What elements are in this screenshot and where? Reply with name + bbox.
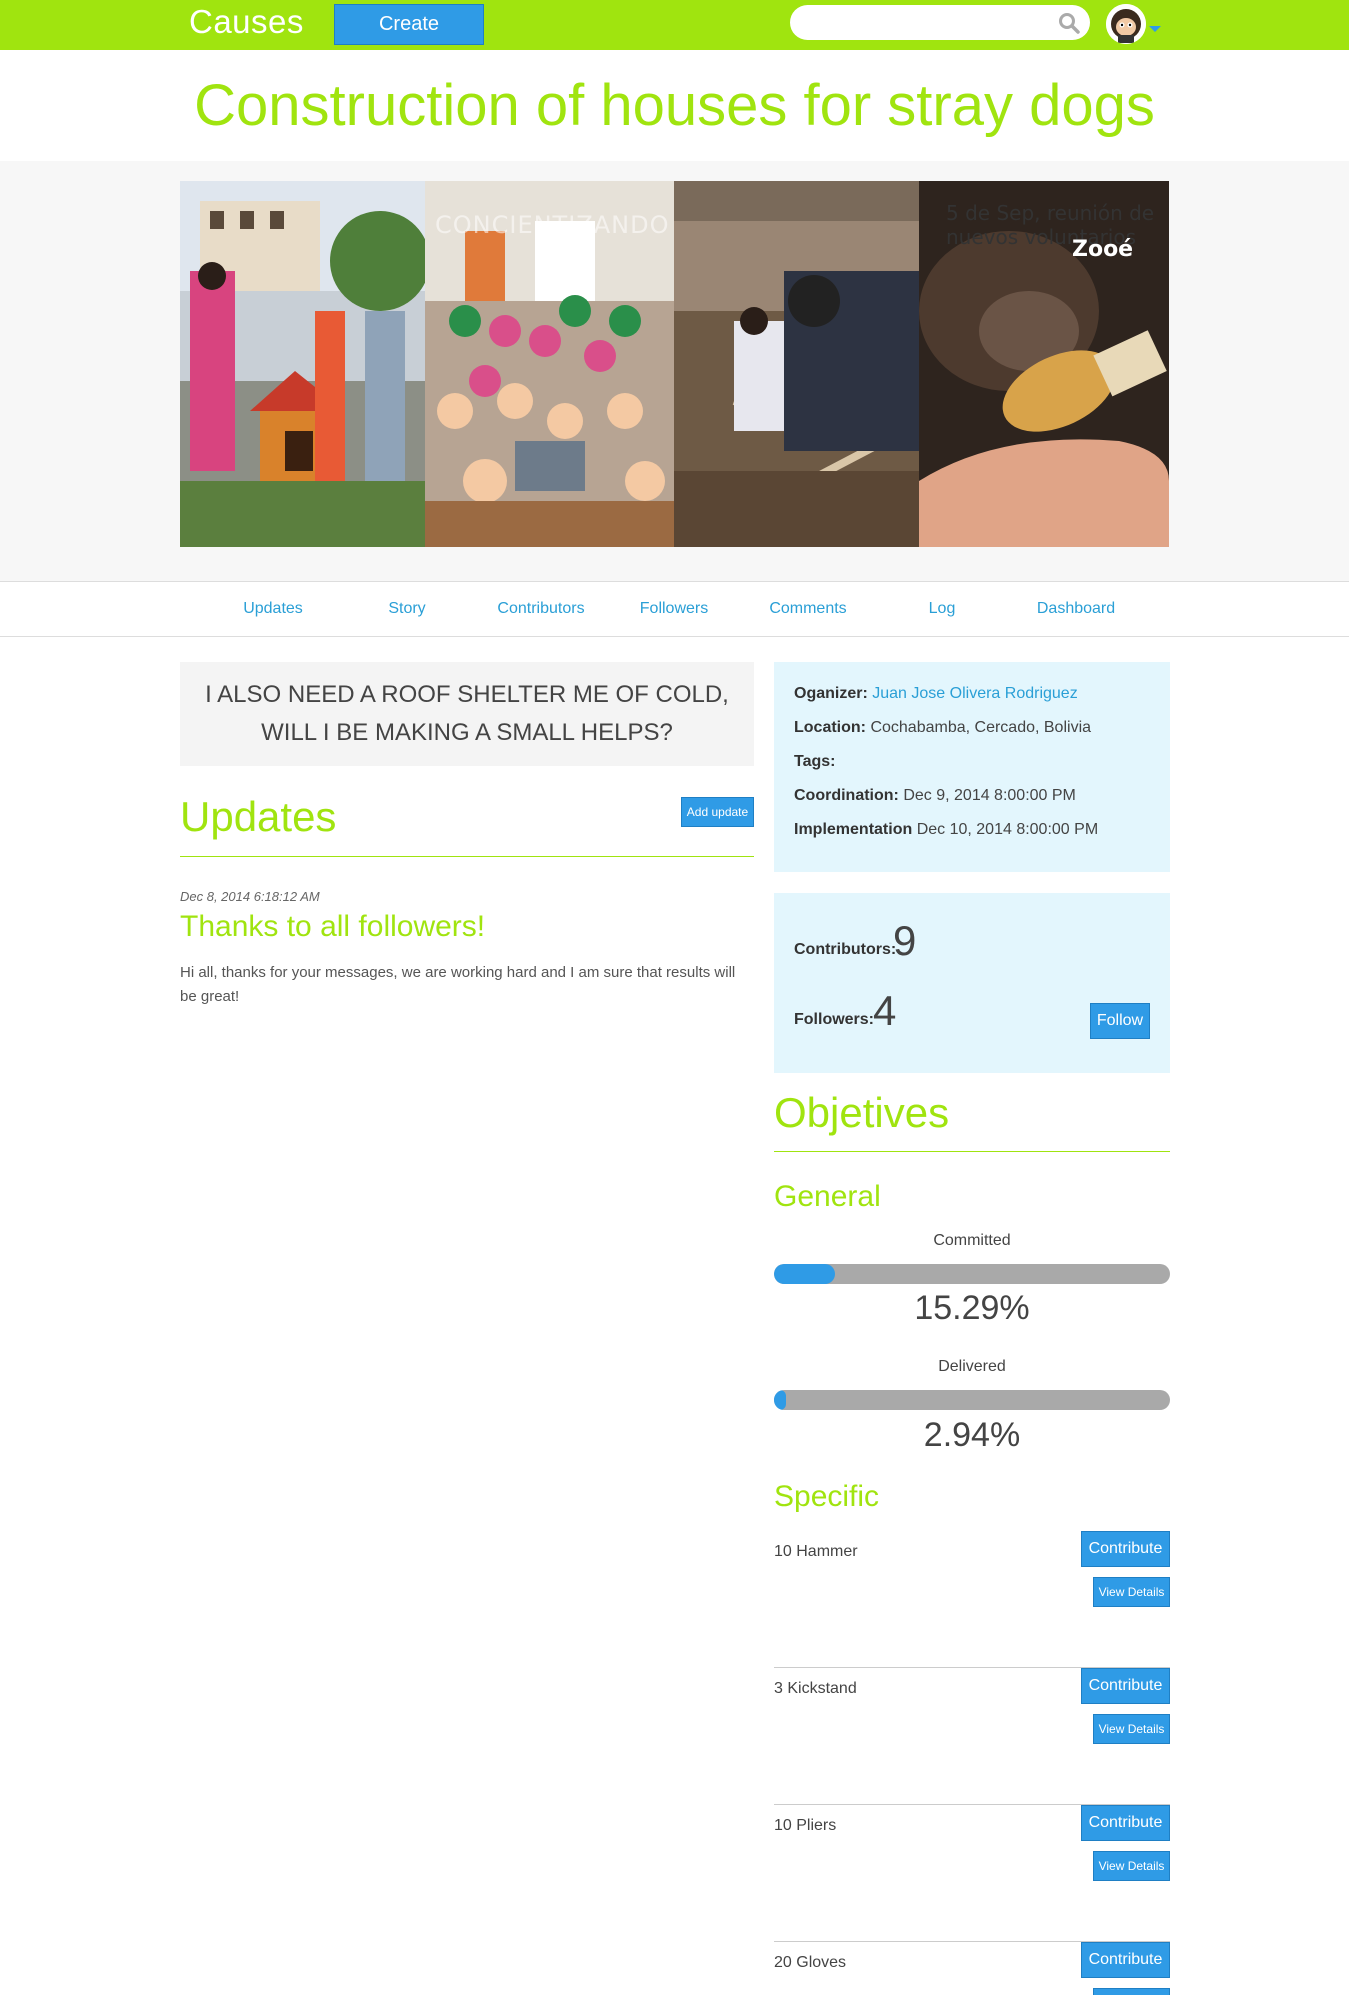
list-item: 10 Hammer Contribute View Details (774, 1531, 1170, 1668)
contribute-button[interactable]: Contribute (1081, 1942, 1170, 1978)
contribute-button[interactable]: Contribute (1081, 1805, 1170, 1841)
tab-dashboard[interactable]: Dashboard (1006, 600, 1146, 618)
tagline-line-2: WILL I BE MAKING A SMALL HELPS? (261, 719, 673, 746)
view-details-button[interactable]: View Details (1093, 1988, 1170, 1995)
objective-name: 10 Hammer (774, 1543, 858, 1560)
objectives-divider (774, 1151, 1170, 1152)
committed-label: Committed (933, 1232, 1011, 1249)
contributors-count: 9 (893, 917, 917, 964)
organizer-row: Oganizer: Juan Jose Olivera Rodriguez (794, 682, 1150, 716)
organizer-link[interactable]: Juan Jose Olivera Rodriguez (872, 685, 1077, 702)
objective-name: 3 Kickstand (774, 1680, 857, 1697)
delivered-percent: 2.94% (923, 1416, 1021, 1454)
location-value: Cochabamba, Cercado, Bolivia (870, 719, 1092, 736)
updates-heading: Updates (180, 793, 337, 840)
tab-story[interactable]: Story (337, 600, 477, 618)
followers-label: Followers: (794, 1011, 875, 1028)
coordination-label: Coordination: (794, 787, 899, 804)
objectives-heading: Objetives (774, 1089, 950, 1136)
specific-heading: Specific (774, 1480, 880, 1513)
cover-image: CONCIENTIZANDO 5 de Sep, reunión de nuev… (180, 181, 1169, 547)
search-input[interactable] (790, 5, 1090, 40)
top-navbar: Causes Create (0, 0, 1349, 50)
cause-info-box: Oganizer: Juan Jose Olivera Rodriguez Lo… (774, 662, 1170, 872)
general-heading: General (774, 1180, 881, 1213)
delivered-progress-fill (774, 1390, 786, 1410)
view-details-button[interactable]: View Details (1093, 1851, 1170, 1881)
update-date: Dec 8, 2014 6:18:12 AM (180, 889, 320, 904)
updates-divider (180, 856, 754, 857)
avatar[interactable] (1106, 4, 1146, 44)
banner-logo: Zooé (1072, 237, 1134, 262)
objective-name: 10 Pliers (774, 1817, 837, 1834)
brand-logo[interactable]: Causes (189, 3, 304, 41)
list-item: 10 Pliers Contribute View Details (774, 1805, 1170, 1942)
delivered-label: Delivered (938, 1358, 1006, 1375)
cover-photo-dog-house (180, 181, 425, 547)
implementation-label: Implementation (794, 821, 913, 838)
chevron-down-icon[interactable] (1149, 26, 1161, 32)
update-title[interactable]: Thanks to all followers! (180, 910, 485, 944)
tab-followers[interactable]: Followers (604, 600, 744, 618)
location-row: Location: Cochabamba, Cercado, Bolivia (794, 716, 1150, 750)
location-label: Location: (794, 719, 866, 736)
search-icon[interactable] (1058, 12, 1080, 34)
tags-label: Tags: (794, 753, 836, 770)
contributors-label: Contributors: (794, 941, 897, 958)
implementation-value: Dec 10, 2014 8:00:00 PM (916, 821, 1099, 838)
coordination-row: Coordination: Dec 9, 2014 8:00:00 PM (794, 784, 1150, 818)
follow-button[interactable]: Follow (1090, 1003, 1150, 1039)
organizer-label: Oganizer: (794, 685, 868, 702)
stats-box: Contributors: 9 Followers: 4 Follow (774, 893, 1170, 1073)
list-item: 3 Kickstand Contribute View Details (774, 1668, 1170, 1805)
delivered-progress-bar (774, 1390, 1170, 1410)
page-title: Construction of houses for stray dogs (194, 73, 1155, 138)
add-update-button[interactable]: Add update (681, 797, 754, 827)
view-details-button[interactable]: View Details (1093, 1577, 1170, 1607)
user-avatar-icon (1106, 4, 1146, 44)
committed-progress-fill (774, 1264, 835, 1284)
cause-tagline: I ALSO NEED A ROOF SHELTER ME OF COLD, W… (180, 662, 754, 766)
tags-row: Tags: (794, 750, 1150, 784)
create-button[interactable]: Create (334, 4, 484, 45)
banner-overlay-text: CONCIENTIZANDO (435, 211, 670, 239)
update-body: Hi all, thanks for your messages, we are… (180, 964, 736, 1005)
tagline-line-1: I ALSO NEED A ROOF SHELTER ME OF COLD, (205, 681, 729, 708)
view-details-button[interactable]: View Details (1093, 1714, 1170, 1744)
committed-percent: 15.29% (914, 1289, 1030, 1327)
contribute-button[interactable]: Contribute (1081, 1668, 1170, 1704)
tab-contributors[interactable]: Contributors (471, 600, 611, 618)
section-tabs: Updates Story Contributors Followers Com… (0, 581, 1349, 637)
banner-caption: 5 de Sep, reunión de nuevos voluntarios (946, 201, 1155, 249)
tab-comments[interactable]: Comments (738, 600, 878, 618)
committed-progress-bar (774, 1264, 1170, 1284)
tab-log[interactable]: Log (872, 600, 1012, 618)
tab-updates[interactable]: Updates (203, 600, 343, 618)
contribute-button[interactable]: Contribute (1081, 1531, 1170, 1567)
implementation-row: Implementation Dec 10, 2014 8:00:00 PM (794, 818, 1150, 852)
followers-count: 4 (873, 987, 897, 1034)
list-item: 20 Gloves Contribute View Details (774, 1942, 1170, 1995)
objective-name: 20 Gloves (774, 1954, 847, 1971)
cover-photo-building (674, 181, 919, 547)
coordination-value: Dec 9, 2014 8:00:00 PM (903, 787, 1076, 804)
